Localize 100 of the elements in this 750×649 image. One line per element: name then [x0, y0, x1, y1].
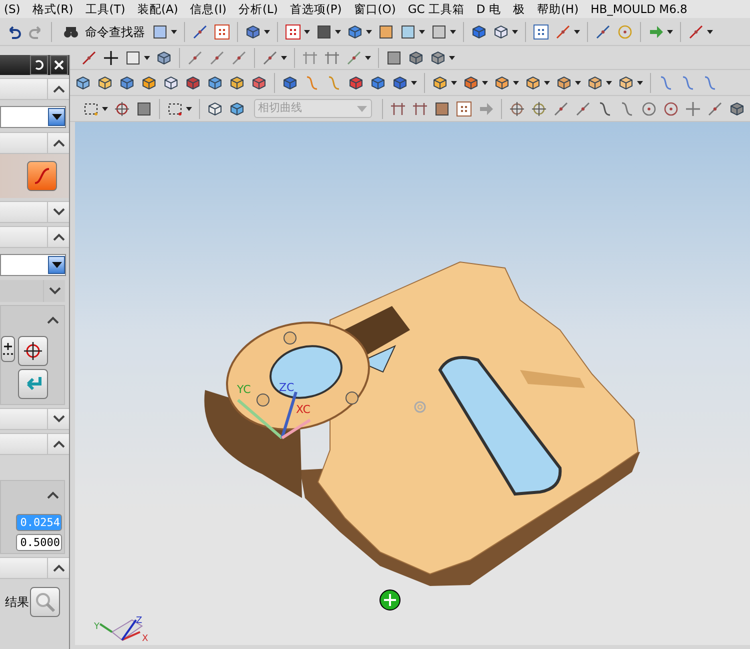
- point-options-button[interactable]: [1, 336, 15, 362]
- caret-icon[interactable]: [171, 30, 177, 34]
- block-icon[interactable]: [207, 100, 223, 116]
- search-button[interactable]: [30, 587, 60, 617]
- line-icon[interactable]: [707, 100, 723, 116]
- cube-icon[interactable]: [163, 74, 179, 90]
- dropdown-field[interactable]: [0, 106, 66, 128]
- caret-icon[interactable]: [544, 80, 550, 84]
- cube-icon[interactable]: [348, 74, 364, 90]
- table-icon[interactable]: [533, 24, 549, 40]
- caret-icon[interactable]: [419, 30, 425, 34]
- dropdown-field[interactable]: [0, 254, 66, 276]
- caret-icon[interactable]: [707, 30, 713, 34]
- menu-item[interactable]: 窗口(O): [354, 0, 396, 18]
- caret-icon[interactable]: [366, 30, 372, 34]
- dashed-rectangle-icon[interactable]: [167, 100, 183, 116]
- curve-icon: [32, 166, 52, 186]
- cube-icon[interactable]: [75, 74, 91, 90]
- cube-icon[interactable]: [185, 74, 201, 90]
- reset-button[interactable]: [30, 55, 48, 75]
- axis-label: XC: [296, 403, 310, 416]
- caret-icon[interactable]: [365, 56, 371, 60]
- line-icon[interactable]: [553, 100, 569, 116]
- post-icon[interactable]: [412, 100, 428, 116]
- point-button[interactable]: [18, 336, 48, 366]
- axis-label: X: [142, 634, 148, 644]
- curve-icon[interactable]: [597, 100, 613, 116]
- menu-item[interactable]: 帮助(H): [536, 0, 579, 18]
- caret-icon[interactable]: [449, 56, 455, 60]
- cube-icon[interactable]: [463, 74, 479, 90]
- caret-icon[interactable]: [304, 30, 310, 34]
- caret-icon[interactable]: [482, 80, 488, 84]
- cube-icon[interactable]: [556, 74, 572, 90]
- cube-icon[interactable]: [392, 74, 408, 90]
- cube-icon[interactable]: [119, 74, 135, 90]
- chevron-up-icon: [52, 139, 64, 147]
- cube-icon[interactable]: [229, 74, 245, 90]
- menu-item[interactable]: 首选项(P): [290, 0, 342, 18]
- cube-icon[interactable]: [229, 100, 245, 116]
- rotate-cursor-icon: [380, 590, 400, 610]
- caret-icon[interactable]: [513, 80, 519, 84]
- caret-icon[interactable]: [574, 30, 580, 34]
- caret-icon[interactable]: [451, 80, 457, 84]
- caret-icon[interactable]: [450, 30, 456, 34]
- menu-item[interactable]: 格式(R): [32, 0, 74, 18]
- post-icon[interactable]: [390, 100, 406, 116]
- line-icon[interactable]: [575, 100, 591, 116]
- filter-icon[interactable]: [83, 100, 99, 116]
- menu-item[interactable]: (S): [4, 0, 20, 18]
- curve-button[interactable]: [27, 161, 57, 191]
- cube-icon[interactable]: [347, 24, 363, 40]
- caret-icon[interactable]: [575, 80, 581, 84]
- menu-item[interactable]: D 电 极: [476, 0, 525, 18]
- cube-icon[interactable]: [97, 74, 113, 90]
- menu-item[interactable]: 工具(T): [85, 0, 126, 18]
- caret-icon[interactable]: [411, 80, 417, 84]
- return-button[interactable]: [18, 369, 48, 399]
- line-icon[interactable]: [209, 50, 225, 66]
- result-label: 结果: [5, 594, 29, 611]
- close-button[interactable]: [50, 55, 68, 75]
- cube-icon[interactable]: [282, 74, 298, 90]
- caret-icon[interactable]: [102, 106, 108, 110]
- cube-icon[interactable]: [141, 74, 157, 90]
- caret-icon[interactable]: [512, 30, 518, 34]
- caret-icon[interactable]: [667, 30, 673, 34]
- line-icon[interactable]: [187, 50, 203, 66]
- line-icon[interactable]: [231, 50, 247, 66]
- point-set-icon[interactable]: [81, 50, 97, 66]
- chevron-down-icon: [52, 415, 64, 423]
- command-finder-button[interactable]: 命令查找器: [56, 22, 149, 40]
- cube-icon[interactable]: [251, 74, 267, 90]
- cube-icon[interactable]: [587, 74, 603, 90]
- cube-icon[interactable]: [525, 74, 541, 90]
- cube-icon[interactable]: [207, 74, 223, 90]
- chevron-down-icon: [48, 287, 60, 295]
- caret-icon[interactable]: [281, 56, 287, 60]
- squares-icon[interactable]: [214, 24, 230, 40]
- grid-icon[interactable]: [285, 24, 301, 40]
- caret-icon[interactable]: [264, 30, 270, 34]
- caret-icon[interactable]: [606, 80, 612, 84]
- menu-item[interactable]: 分析(L): [238, 0, 278, 18]
- circle-icon[interactable]: [663, 100, 679, 116]
- square-icon[interactable]: [431, 24, 447, 40]
- chevron-up-icon: [52, 564, 64, 572]
- caret-icon[interactable]: [186, 106, 192, 110]
- circle-icon[interactable]: [641, 100, 657, 116]
- menu-item[interactable]: 信息(I): [190, 0, 226, 18]
- outline-icon[interactable]: [125, 50, 141, 66]
- caret-icon[interactable]: [637, 80, 643, 84]
- number-field[interactable]: 0.5000: [16, 534, 62, 551]
- menu-item[interactable]: 装配(A): [137, 0, 178, 18]
- cube-icon[interactable]: [618, 74, 634, 90]
- menu-item[interactable]: GC 工具箱: [408, 0, 464, 18]
- caret-icon[interactable]: [335, 30, 341, 34]
- menu-item[interactable]: HB_MOULD M6.8: [590, 0, 688, 18]
- cube-icon[interactable]: [432, 74, 448, 90]
- plus-icon[interactable]: [103, 50, 119, 66]
- cube-icon[interactable]: [494, 74, 510, 90]
- cube-icon[interactable]: [370, 74, 386, 90]
- caret-icon[interactable]: [144, 56, 150, 60]
